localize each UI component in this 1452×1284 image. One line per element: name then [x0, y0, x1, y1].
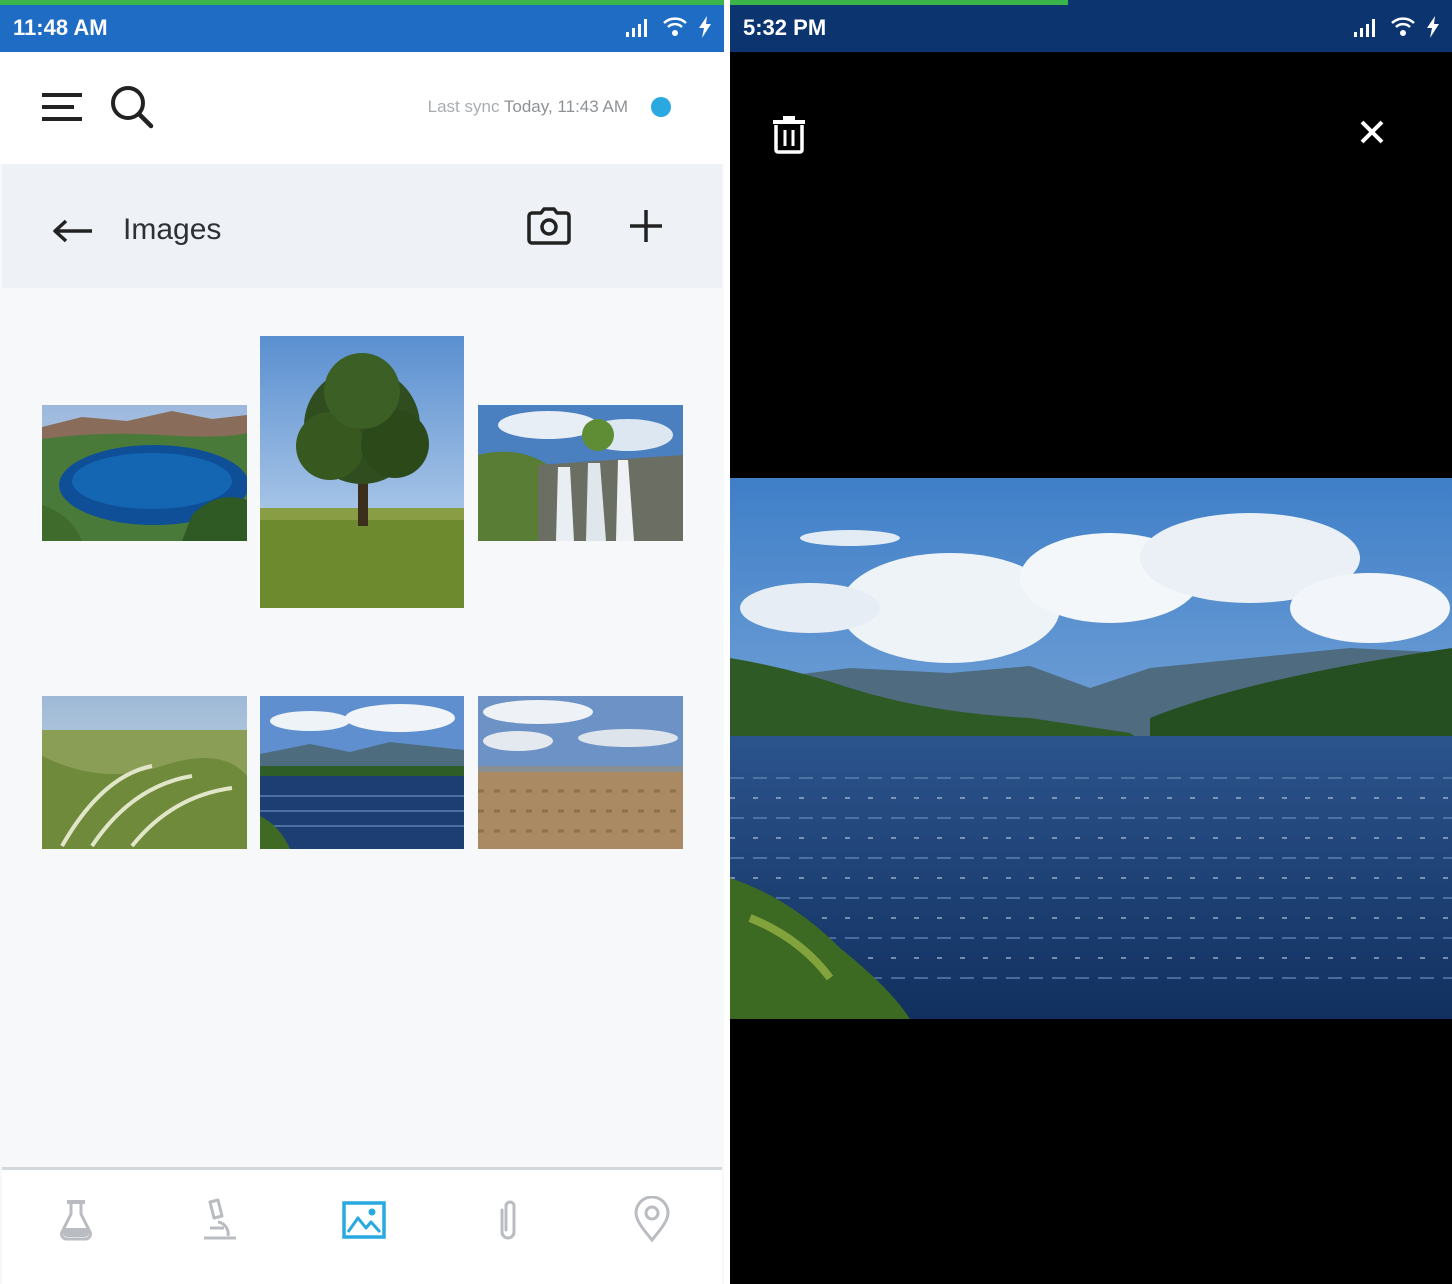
charging-icon	[1427, 16, 1439, 38]
status-bar: 11:48 AM	[0, 0, 724, 52]
sync-status-dot	[651, 97, 671, 117]
sync-progress-bar	[0, 0, 724, 5]
image-icon[interactable]	[340, 1196, 388, 1244]
status-bar: 5:32 PM	[730, 0, 1452, 52]
status-time: 5:32 PM	[743, 15, 827, 40]
image-thumbnail-grassland[interactable]	[42, 696, 247, 849]
last-sync-value: Today, 11:43 AM	[503, 97, 628, 116]
image-thumbnail-desert[interactable]	[478, 696, 683, 849]
signal-icon	[1354, 19, 1375, 37]
last-sync-label: Last sync	[427, 97, 500, 116]
app-bar: Last sync Today, 11:43 AM	[0, 52, 724, 164]
paperclip-icon[interactable]	[484, 1196, 532, 1244]
flask-icon[interactable]	[52, 1196, 100, 1244]
bottom-nav	[2, 1167, 722, 1284]
image-thumbnail-lake[interactable]	[42, 405, 247, 541]
menu-icon[interactable]	[42, 90, 86, 124]
status-icons	[624, 15, 712, 39]
back-arrow-icon[interactable]	[52, 218, 94, 244]
image-thumbnail-waterfall[interactable]	[478, 405, 683, 541]
status-time: 11:48 AM	[13, 15, 108, 40]
wifi-icon	[1391, 17, 1415, 36]
location-pin-icon[interactable]	[628, 1196, 676, 1244]
trash-icon[interactable]	[770, 114, 808, 154]
search-icon[interactable]	[109, 84, 155, 130]
page-title: Images	[123, 213, 222, 246]
sync-progress-bar	[730, 0, 1068, 5]
charging-icon	[699, 16, 711, 38]
images-header: Images	[2, 164, 722, 288]
wifi-icon	[663, 17, 687, 36]
images-screen: 11:48 AM Last sync Today, 11:43 AM Image…	[0, 0, 724, 1284]
image-thumbnail-tree[interactable]	[260, 336, 464, 608]
last-sync-text: Last sync Today, 11:43 AM	[428, 97, 628, 117]
status-icons	[1352, 15, 1440, 39]
image-thumbnail-river[interactable]	[260, 696, 464, 849]
signal-icon	[626, 19, 647, 37]
full-image-river[interactable]	[730, 478, 1452, 1019]
camera-icon[interactable]	[527, 207, 571, 245]
plus-icon[interactable]	[628, 208, 664, 244]
image-viewer-screen: 5:32 PM	[730, 0, 1452, 1284]
close-icon[interactable]	[1359, 119, 1385, 145]
microscope-icon[interactable]	[196, 1196, 244, 1244]
